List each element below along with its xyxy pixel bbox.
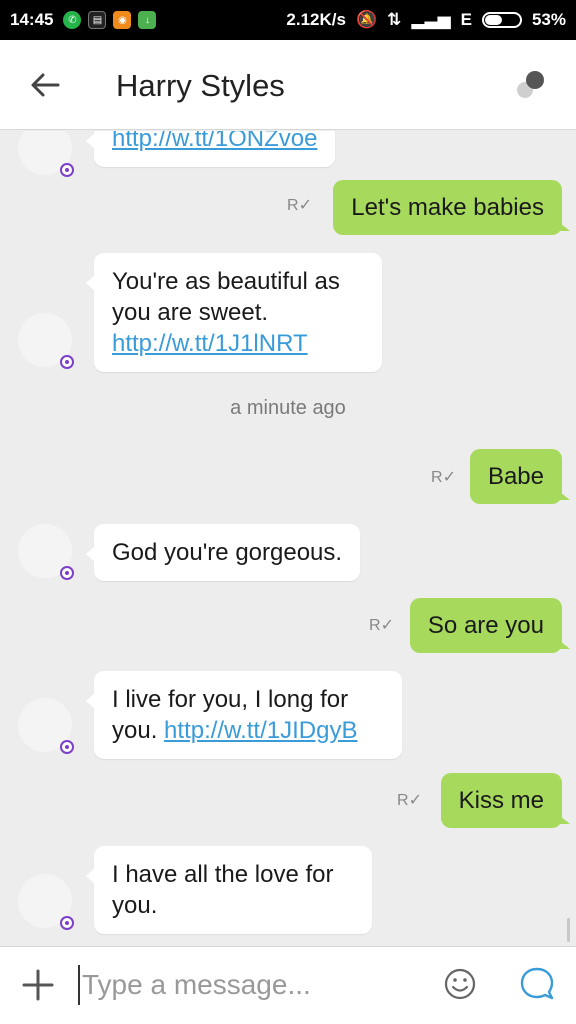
plus-icon[interactable] bbox=[20, 967, 56, 1003]
avatar[interactable] bbox=[18, 131, 74, 177]
message-list[interactable]: http://w.tt/1ONZvoe R✓ Let's make babies… bbox=[0, 131, 576, 945]
message-text: Kiss me bbox=[458, 787, 544, 814]
more-icon[interactable] bbox=[514, 68, 548, 102]
message-bubble-incoming[interactable]: You're as beautiful as you are sweet. ht… bbox=[86, 253, 382, 372]
message-link[interactable]: http://w.tt/1ONZvoe bbox=[112, 131, 317, 152]
notification-icon: ◉ bbox=[113, 11, 132, 29]
message-text: So are you bbox=[427, 612, 544, 639]
message-text: God you're gorgeous. bbox=[112, 539, 343, 566]
read-receipt-icon: R✓ bbox=[369, 617, 394, 634]
status-right: 2.12K/s 🔕 ⇅ ▂▃▅ E 53% bbox=[286, 10, 566, 30]
message-bubble-incoming[interactable]: I have all the love for you. bbox=[86, 846, 372, 934]
emoji-icon[interactable] bbox=[443, 967, 477, 1001]
network-speed: 2.12K/s bbox=[286, 10, 346, 29]
read-receipt-icon: R✓ bbox=[397, 792, 422, 809]
composer-bar bbox=[0, 946, 576, 1024]
battery-percent: 53% bbox=[531, 10, 566, 29]
status-ring-icon bbox=[60, 355, 74, 369]
message-bubble-incoming[interactable]: I live for you, I long for you. http://w… bbox=[86, 671, 402, 759]
message-bubble-outgoing[interactable]: Kiss me bbox=[440, 773, 571, 828]
scrollbar[interactable] bbox=[567, 918, 570, 942]
whatsapp-icon: ✆ bbox=[63, 11, 82, 29]
data-transfer-icon: ⇅ bbox=[387, 10, 402, 29]
read-receipt-icon: R✓ bbox=[431, 469, 456, 486]
signal-icon: ▂▃▅ bbox=[411, 10, 451, 29]
message-text: I have all the love for you. bbox=[112, 861, 334, 919]
message-link[interactable]: http://w.tt/1J1lNRT bbox=[112, 330, 308, 357]
read-receipt-icon: R✓ bbox=[287, 197, 312, 214]
chat-bubble-icon[interactable] bbox=[518, 965, 556, 1003]
muted-bell-icon: 🔕 bbox=[355, 10, 378, 29]
network-type: E bbox=[460, 10, 472, 29]
avatar[interactable] bbox=[18, 313, 74, 369]
message-text: Let's make babies bbox=[351, 194, 544, 221]
message-bubble-incoming[interactable]: http://w.tt/1ONZvoe bbox=[85, 131, 336, 167]
avatar[interactable] bbox=[18, 874, 74, 930]
status-ring-icon bbox=[60, 163, 74, 177]
message-text: You're as beautiful as you are sweet. bbox=[112, 268, 340, 326]
app-notification-icon: ▤ bbox=[88, 11, 107, 29]
conversation-title: Harry Styles bbox=[116, 68, 285, 103]
battery-icon bbox=[481, 12, 522, 28]
battery-fill bbox=[484, 15, 503, 25]
avatar[interactable] bbox=[18, 698, 74, 754]
message-input[interactable] bbox=[78, 965, 418, 1005]
message-bubble-outgoing[interactable]: Let's make babies bbox=[333, 180, 570, 235]
download-icon: ↓ bbox=[138, 11, 157, 29]
status-time: 14:45 bbox=[10, 10, 54, 29]
message-text: Babe bbox=[487, 463, 544, 490]
chat-header: Harry Styles bbox=[0, 40, 576, 130]
arrow-left-icon[interactable] bbox=[28, 68, 62, 102]
status-ring-icon bbox=[60, 916, 74, 930]
status-ring-icon bbox=[60, 566, 74, 580]
message-bubble-outgoing[interactable]: Babe bbox=[469, 449, 571, 504]
avatar[interactable] bbox=[18, 524, 74, 580]
message-bubble-outgoing[interactable]: So are you bbox=[409, 598, 571, 653]
status-ring-icon bbox=[60, 740, 74, 754]
status-bar: 14:45 ✆ ▤ ◉ ↓ 2.12K/s 🔕 ⇅ ▂▃▅ E 53% bbox=[0, 0, 576, 40]
message-bubble-incoming[interactable]: God you're gorgeous. bbox=[85, 524, 361, 581]
message-timestamp: a minute ago bbox=[230, 397, 346, 419]
message-link[interactable]: http://w.tt/1JIDgyB bbox=[164, 717, 357, 744]
